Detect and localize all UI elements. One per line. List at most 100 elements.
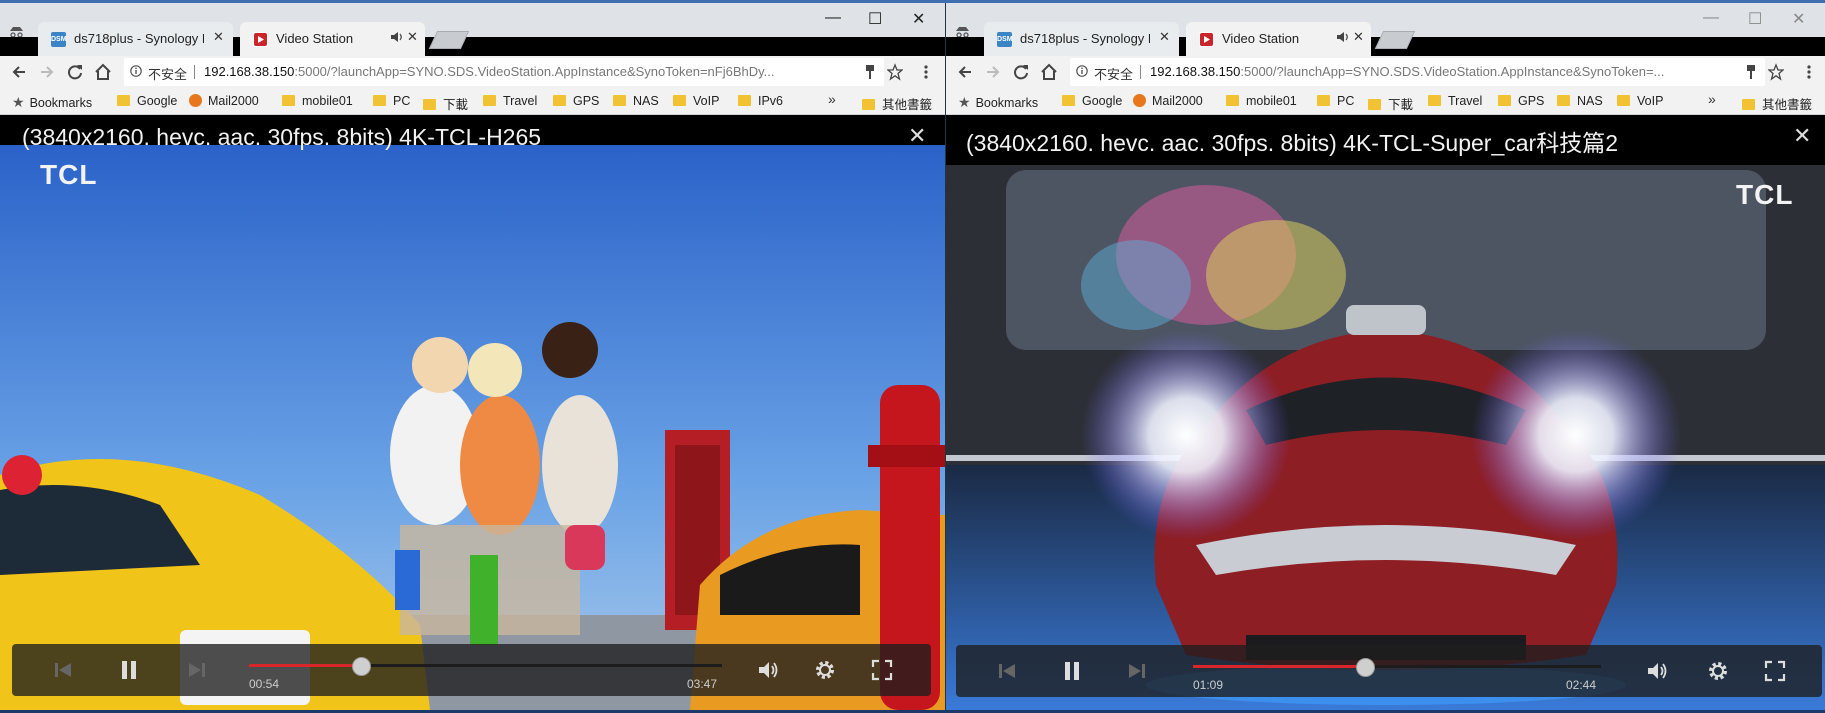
tab-video-station[interactable]: Video Station ✕ xyxy=(1186,22,1371,56)
bookmark-nas[interactable]: NAS xyxy=(1557,94,1603,110)
tab-synology[interactable]: DSM ds718plus - Synology D ✕ xyxy=(38,22,233,56)
bookmark-mail2000[interactable]: Mail2000 xyxy=(189,94,259,110)
bookmark-ipv6[interactable]: IPv6 xyxy=(738,94,783,110)
close-icon[interactable]: ✕ xyxy=(407,29,418,45)
close-icon[interactable]: ✕ xyxy=(1353,29,1364,45)
close-icon[interactable]: ✕ xyxy=(1159,29,1170,45)
seek-handle[interactable] xyxy=(352,657,372,676)
info-icon[interactable] xyxy=(130,65,142,77)
bookmarks-bar: ★ Bookmarks Google Mail2000 mobile01 PC 下… xyxy=(946,88,1825,115)
maximize-button[interactable]: ☐ xyxy=(1748,9,1762,29)
back-icon[interactable] xyxy=(955,62,975,82)
close-icon[interactable]: ✕ xyxy=(213,29,224,45)
fullscreen-icon[interactable] xyxy=(871,659,893,681)
bookmark-nas[interactable]: NAS xyxy=(613,94,659,110)
reload-icon[interactable] xyxy=(65,62,85,82)
new-tab-button[interactable] xyxy=(428,31,470,49)
settings-icon[interactable] xyxy=(814,659,836,681)
volume-icon[interactable] xyxy=(757,659,779,681)
folder-icon xyxy=(1062,95,1075,106)
forward-icon[interactable] xyxy=(983,62,1003,82)
bookmark-other[interactable]: 其他書籤 xyxy=(862,94,932,112)
menu-icon[interactable] xyxy=(918,63,934,81)
folder-icon xyxy=(282,95,295,106)
close-icon[interactable]: ✕ xyxy=(1793,123,1811,149)
key-icon[interactable] xyxy=(862,63,878,81)
star-icon[interactable] xyxy=(887,63,903,81)
bookmark-pc[interactable]: PC xyxy=(1317,94,1354,110)
seek-bar-played xyxy=(249,664,362,667)
reload-icon[interactable] xyxy=(1011,62,1031,82)
browser-window-left: DSM ds718plus - Synology D ✕ Video Stati… xyxy=(0,3,946,710)
settings-icon[interactable] xyxy=(1707,660,1729,682)
close-window-button[interactable]: ✕ xyxy=(1792,9,1805,29)
volume-icon[interactable] xyxy=(1646,660,1668,682)
home-icon[interactable] xyxy=(1039,62,1059,82)
new-tab-button[interactable] xyxy=(1374,31,1416,49)
bookmark-gps[interactable]: GPS xyxy=(553,94,599,110)
seek-bar[interactable] xyxy=(1193,658,1601,677)
home-icon[interactable] xyxy=(93,62,113,82)
pause-icon[interactable] xyxy=(118,659,140,681)
video-frame[interactable]: TCL xyxy=(0,145,945,710)
bookmark-gps[interactable]: GPS xyxy=(1498,94,1544,110)
previous-icon[interactable] xyxy=(996,660,1018,682)
bookmark-travel[interactable]: Travel xyxy=(483,94,537,110)
maximize-button[interactable]: ☐ xyxy=(868,9,882,29)
close-icon[interactable]: ✕ xyxy=(908,123,926,149)
bookmark-travel[interactable]: Travel xyxy=(1428,94,1482,110)
seek-handle[interactable] xyxy=(1355,658,1375,677)
address-bar[interactable]: 不安全 192.168.38.150:5000/?launchApp=SYNO.… xyxy=(1070,58,1765,86)
mail2000-icon xyxy=(1133,94,1146,107)
bookmarks-bar: ★ Bookmarks Google Mail2000 mobile01 PC 下… xyxy=(0,88,945,115)
video-station-favicon-icon xyxy=(253,32,268,47)
url-text[interactable]: 192.168.38.150:5000/?launchApp=SYNO.SDS.… xyxy=(1150,64,1722,79)
info-icon[interactable] xyxy=(1076,65,1088,77)
folder-icon xyxy=(483,95,496,106)
bookmarks-label[interactable]: ★ Bookmarks xyxy=(958,94,1038,110)
bookmark-mail2000[interactable]: Mail2000 xyxy=(1133,94,1203,110)
url-text[interactable]: 192.168.38.150:5000/?launchApp=SYNO.SDS.… xyxy=(204,64,874,79)
next-icon[interactable] xyxy=(1126,660,1148,682)
previous-icon[interactable] xyxy=(52,659,74,681)
fullscreen-icon[interactable] xyxy=(1764,660,1786,682)
duration-time: 03:47 xyxy=(687,677,718,691)
bookmark-voip[interactable]: VoIP xyxy=(1617,94,1663,110)
seek-bar[interactable] xyxy=(249,657,722,676)
bookmark-mobile01[interactable]: mobile01 xyxy=(1226,94,1297,110)
tab-synology[interactable]: DSM ds718plus - Synology D ✕ xyxy=(984,22,1179,56)
folder-icon xyxy=(423,99,436,110)
menu-icon[interactable] xyxy=(1801,63,1817,81)
bookmark-voip[interactable]: VoIP xyxy=(673,94,719,110)
toolbar: 不安全 192.168.38.150:5000/?launchApp=SYNO.… xyxy=(0,56,945,88)
bookmark-downloads[interactable]: 下載 xyxy=(423,94,468,112)
forward-icon[interactable] xyxy=(37,62,57,82)
bookmark-mobile01[interactable]: mobile01 xyxy=(282,94,353,110)
bookmarks-label[interactable]: ★ Bookmarks xyxy=(12,94,92,110)
bookmarks-overflow-button[interactable]: » xyxy=(828,91,836,107)
address-bar[interactable]: 不安全 192.168.38.150:5000/?launchApp=SYNO.… xyxy=(124,58,884,86)
minimize-button[interactable]: — xyxy=(1703,9,1719,27)
tab-video-station[interactable]: Video Station ✕ xyxy=(240,22,425,56)
bookmark-downloads[interactable]: 下載 xyxy=(1368,94,1413,112)
bookmark-google[interactable]: Google xyxy=(1062,94,1122,110)
speaker-icon[interactable] xyxy=(390,30,404,44)
bookmark-pc[interactable]: PC xyxy=(373,94,410,110)
key-icon[interactable] xyxy=(1743,63,1759,81)
video-frame[interactable]: TCL xyxy=(946,165,1825,710)
bookmark-google[interactable]: Google xyxy=(117,94,177,110)
back-icon[interactable] xyxy=(9,62,29,82)
minimize-button[interactable]: — xyxy=(825,9,841,27)
bookmark-other[interactable]: 其他書籤 xyxy=(1742,94,1812,112)
incognito-icon xyxy=(956,27,969,37)
elapsed-time: 00:54 xyxy=(249,677,280,691)
player-controls: 00:54 03:47 xyxy=(12,644,931,696)
star-icon[interactable] xyxy=(1768,63,1784,81)
close-window-button[interactable]: ✕ xyxy=(912,9,925,29)
bookmarks-overflow-button[interactable]: » xyxy=(1708,91,1716,107)
next-icon[interactable] xyxy=(186,659,208,681)
pause-icon[interactable] xyxy=(1061,660,1083,682)
folder-icon xyxy=(1557,95,1570,106)
speaker-icon[interactable] xyxy=(1336,30,1350,44)
folder-icon xyxy=(1498,95,1511,106)
